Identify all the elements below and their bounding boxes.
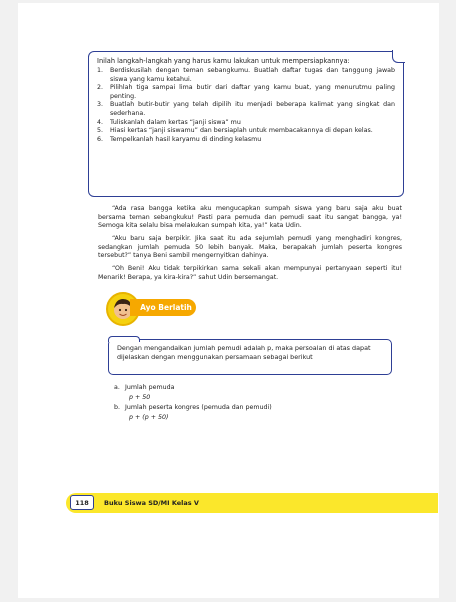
instruction-box: Inilah langkah-langkah yang harus kamu l…: [88, 50, 405, 197]
answer-list: a. Jumlah pemuda p + 50 b. Jumlah peserta …: [114, 383, 394, 423]
step-item: 5. Hiasi kertas “janji siswamu” dan bersi…: [97, 127, 373, 135]
page-number: 118: [70, 495, 94, 510]
box-tab: [108, 336, 140, 342]
book-title: Buku Siswa SD/MI Kelas V: [104, 499, 199, 507]
exercise-box: Dengan mengandaikan jumlah pemudi adalah…: [108, 336, 392, 375]
dialogue-paragraph: “Oh Beni! Aku tidak terpikirkan sama sek…: [98, 265, 402, 281]
corner-fold: [392, 50, 405, 63]
answer-expression: p + (p + 50): [129, 414, 169, 421]
dialogue-paragraph: “Aku baru saja berpikir. Jika saat itu a…: [98, 235, 402, 260]
step-item: 2. Pilihlah tiga sampai lima butir dari d…: [97, 84, 395, 100]
ayo-berlatih-badge: Ayo Berlatih: [106, 292, 196, 326]
step-item: 1. Berdiskusilah dengan teman sebangkumu.…: [97, 67, 395, 83]
answer-item: b. Jumlah peserta kongres (pemuda dan pem…: [114, 404, 272, 411]
steps-list: 1. Berdiskusilah dengan teman sebangkumu.…: [97, 67, 395, 144]
book-page: Inilah langkah-langkah yang harus kamu l…: [18, 3, 439, 598]
instruction-intro: Inilah langkah-langkah yang harus kamu l…: [97, 57, 350, 65]
page-footer: 118 Buku Siswa SD/MI Kelas V: [66, 493, 438, 513]
step-item: 4. Tuliskanlah dalam kertas “janji siswa”…: [97, 118, 241, 126]
answer-item: a. Jumlah pemuda: [114, 384, 175, 391]
step-item: 3. Buatlah butir-butir yang telah dipilih…: [97, 101, 395, 117]
badge-label: Ayo Berlatih: [130, 299, 196, 316]
exercise-text: Dengan mengandaikan jumlah pemudi adalah…: [117, 344, 371, 361]
step-item: 6. Tempelkanlah hasil karyamu di dinding …: [97, 135, 262, 143]
dialogue-paragraph: “Ada rasa bangga ketika aku mengucapkan …: [98, 205, 402, 230]
answer-expression: p + 50: [129, 394, 151, 401]
